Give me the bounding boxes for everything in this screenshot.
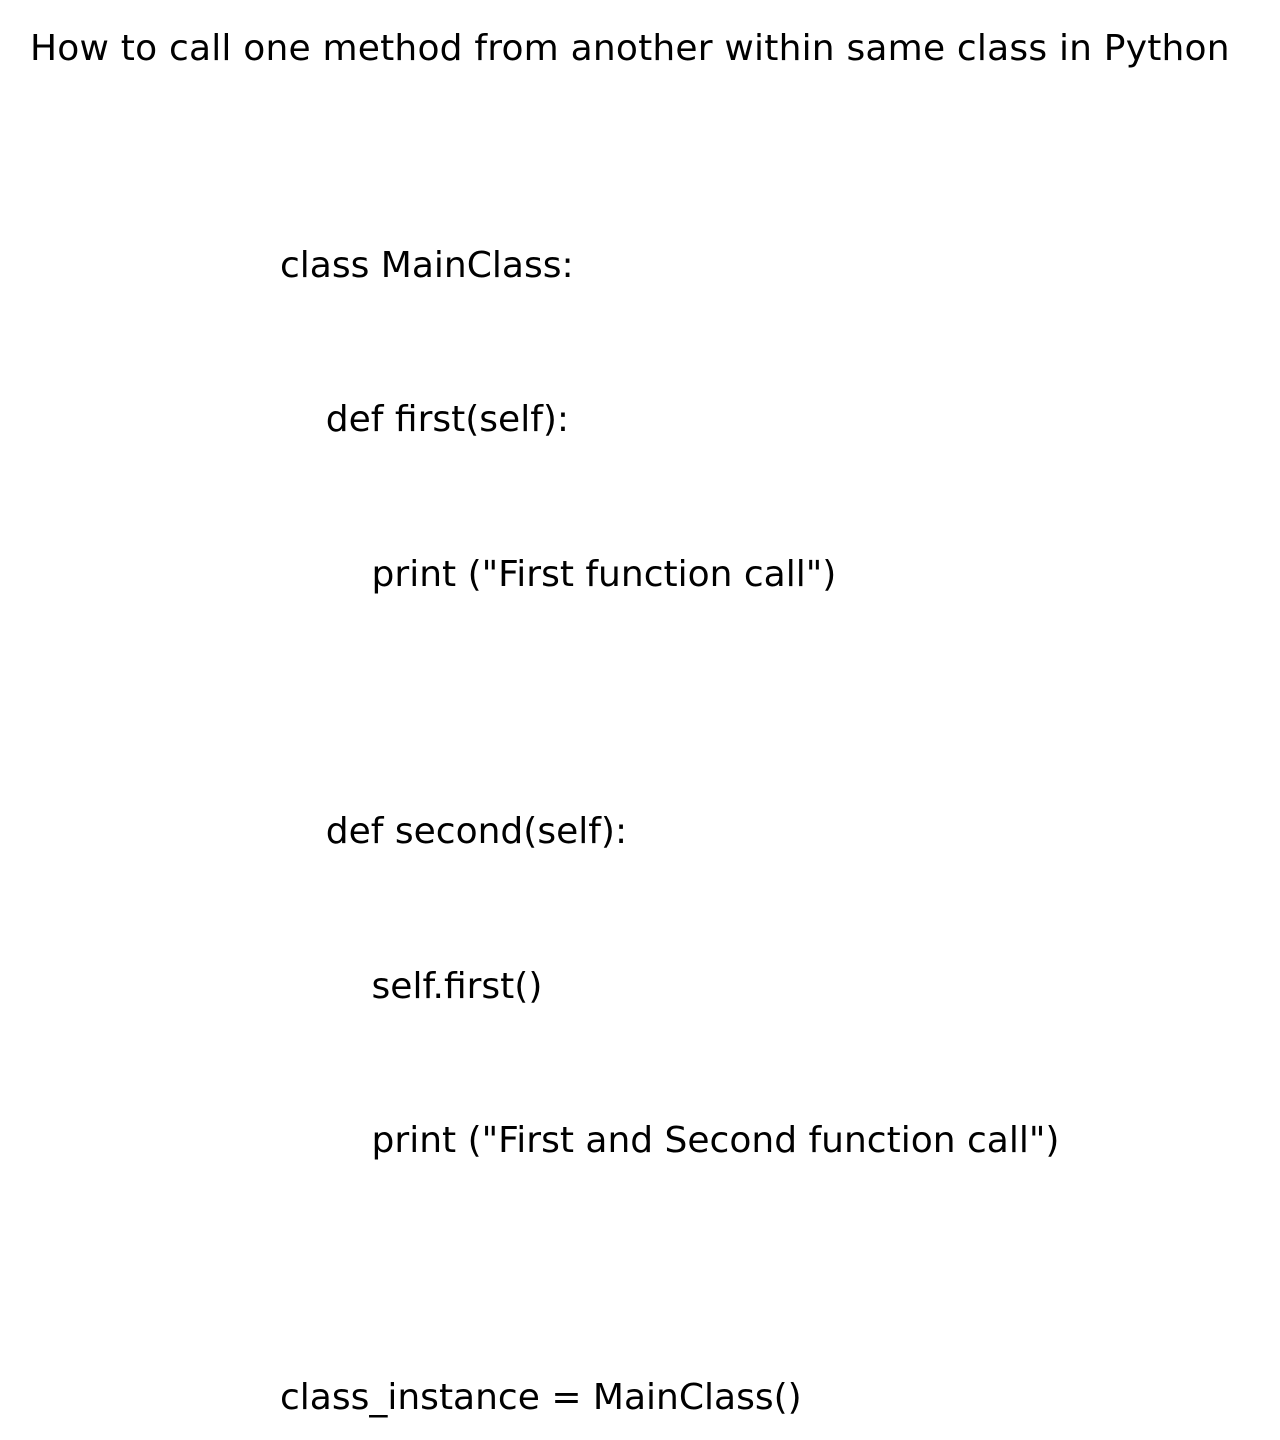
code-line: def first(self): xyxy=(280,394,1280,445)
code-line: print ("First function call") xyxy=(280,549,1280,600)
code-line: class_instance = MainClass() xyxy=(280,1372,1280,1423)
code-block: class MainClass: def first(self): print … xyxy=(280,137,1280,1440)
code-line: self.first() xyxy=(280,961,1280,1012)
code-line: def second(self): xyxy=(280,806,1280,857)
code-line: class MainClass: xyxy=(280,240,1280,291)
code-line: print ("First and Second function call") xyxy=(280,1115,1280,1166)
page-title: How to call one method from another with… xyxy=(0,0,1280,69)
